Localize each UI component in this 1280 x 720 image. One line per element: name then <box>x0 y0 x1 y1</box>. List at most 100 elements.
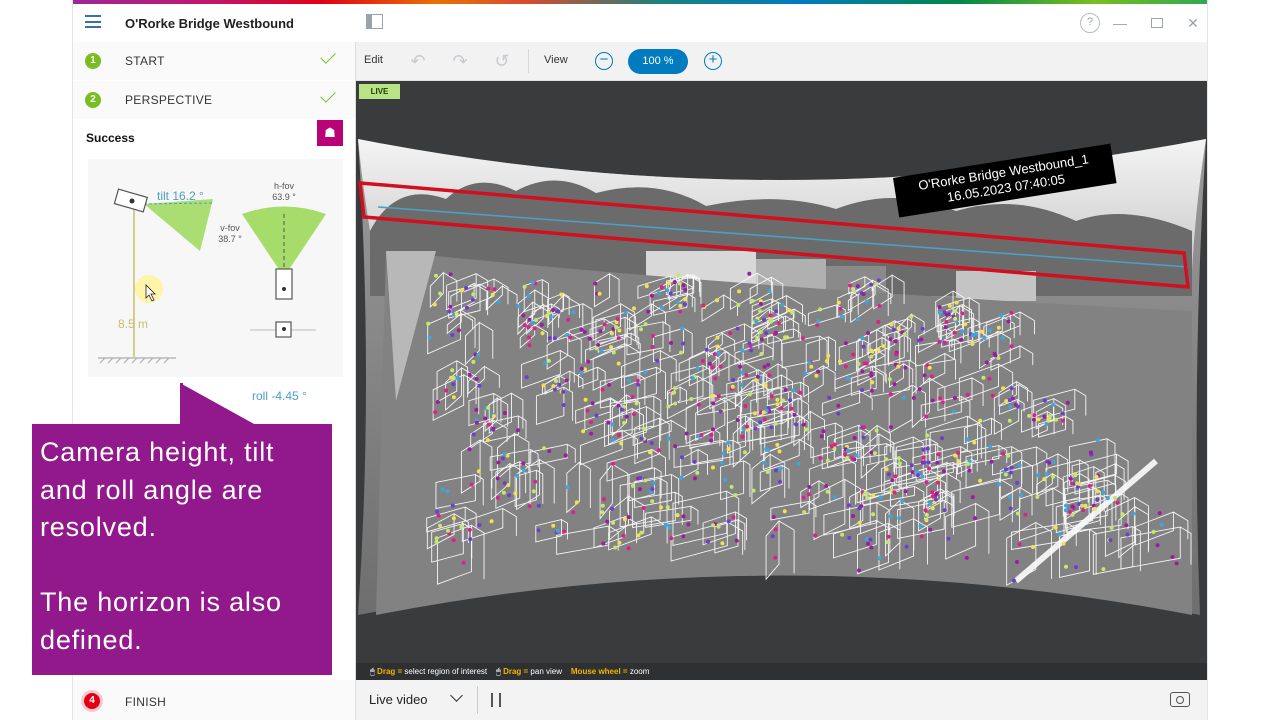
point-cloud-dot <box>501 490 506 495</box>
point-cloud-dot <box>865 495 870 500</box>
point-cloud-dot <box>1083 503 1088 508</box>
point-cloud-dot <box>547 449 552 454</box>
point-cloud-dot <box>779 406 784 411</box>
point-cloud-dot <box>1006 319 1011 324</box>
point-cloud-dot <box>626 546 631 551</box>
point-cloud-dot <box>888 392 893 397</box>
toggle-panel-icon[interactable] <box>366 14 383 29</box>
hint-text: pan view <box>530 667 562 676</box>
point-cloud-dot <box>796 461 801 466</box>
interaction-hints: 🖱 Drag = select region of interest 🖱 Dra… <box>356 663 1207 680</box>
point-cloud-dot <box>970 495 975 500</box>
point-cloud-dot <box>775 397 780 402</box>
point-cloud-dot <box>723 477 728 482</box>
point-cloud-dot <box>903 489 908 494</box>
step-start[interactable]: 1 START <box>73 42 355 80</box>
point-cloud-dot <box>843 341 848 346</box>
debug-button[interactable]: ☗ <box>317 120 343 146</box>
point-cloud-dot <box>868 537 873 542</box>
point-cloud-dot <box>988 328 992 333</box>
close-button[interactable]: ✕ <box>1183 13 1203 33</box>
point-cloud-dot <box>1001 451 1006 456</box>
point-cloud-dot <box>432 302 437 307</box>
point-cloud-dot <box>650 333 655 338</box>
point-cloud-dot <box>1101 490 1106 495</box>
point-cloud-dot <box>904 544 909 549</box>
point-cloud-dot <box>626 515 631 520</box>
point-cloud-dot <box>675 300 680 305</box>
point-cloud-dot <box>616 403 621 408</box>
point-cloud-dot <box>656 291 661 296</box>
step-perspective[interactable]: 2 PERSPECTIVE <box>73 81 355 119</box>
point-cloud-dot <box>988 444 992 449</box>
point-cloud-dot <box>766 362 771 367</box>
point-cloud-dot <box>644 284 649 289</box>
step-finish[interactable]: 4 FINISH <box>73 680 355 720</box>
point-cloud-dot <box>459 525 464 529</box>
point-cloud-dot <box>1088 450 1093 455</box>
zoom-level[interactable]: 100 % <box>628 49 688 74</box>
point-cloud-dot <box>1095 438 1100 442</box>
point-cloud-dot <box>513 491 518 496</box>
zoom-out-button[interactable]: − <box>595 52 613 70</box>
point-cloud-dot <box>780 302 785 307</box>
point-cloud-dot <box>928 527 933 532</box>
point-cloud-dot <box>769 394 774 399</box>
point-cloud-dot <box>778 479 782 484</box>
point-cloud-dot <box>1017 463 1022 468</box>
point-cloud-dot <box>581 429 586 434</box>
point-cloud-dot <box>819 434 824 439</box>
point-cloud-dot <box>1068 476 1073 481</box>
point-cloud-dot <box>636 382 641 387</box>
point-cloud-dot <box>601 541 606 546</box>
point-cloud-dot <box>843 452 848 457</box>
video-controls-bar: Live video <box>356 680 1207 720</box>
point-cloud-dot <box>650 345 655 349</box>
point-cloud-dot <box>741 427 746 432</box>
point-cloud-dot <box>824 359 829 364</box>
point-cloud-dot <box>464 286 469 290</box>
point-cloud-dot <box>565 485 570 490</box>
point-cloud-dot <box>803 371 808 376</box>
point-cloud-dot <box>735 418 740 422</box>
point-cloud-dot <box>490 292 495 297</box>
point-cloud-dot <box>731 378 736 382</box>
undo-icon[interactable]: ↶ <box>408 51 428 71</box>
pause-icon[interactable] <box>491 693 501 707</box>
point-cloud-dot <box>650 487 655 491</box>
hint-text: select region of interest <box>404 667 488 676</box>
snapshot-camera-icon[interactable] <box>1170 692 1190 707</box>
point-cloud-dot <box>668 291 673 296</box>
point-cloud-dot <box>489 519 494 524</box>
point-cloud-dot <box>679 475 684 480</box>
help-icon[interactable]: ? <box>1080 13 1100 33</box>
video-source-select[interactable]: Live video <box>369 692 428 707</box>
point-cloud-dot <box>1060 411 1065 416</box>
point-cloud-dot <box>951 409 956 414</box>
point-cloud-dot <box>775 442 780 447</box>
point-cloud-dot <box>643 322 648 327</box>
maximize-button[interactable] <box>1147 13 1167 33</box>
step-label: FINISH <box>125 695 167 709</box>
hamburger-menu-icon[interactable] <box>85 15 101 28</box>
point-cloud-dot <box>1109 525 1114 530</box>
point-cloud-dot <box>689 397 694 401</box>
point-cloud-dot <box>690 376 695 381</box>
point-cloud-dot <box>836 300 841 305</box>
point-cloud-dot <box>706 539 710 544</box>
zoom-in-button[interactable]: + <box>704 52 722 70</box>
point-cloud-dot <box>1051 402 1056 407</box>
chevron-down-icon[interactable] <box>450 689 463 702</box>
minimize-button[interactable]: — <box>1110 13 1130 33</box>
point-cloud-dot <box>767 289 772 294</box>
point-cloud-dot <box>507 493 512 498</box>
point-cloud-dot <box>729 484 734 489</box>
point-cloud-dot <box>897 461 902 466</box>
redo-icon[interactable]: ↷ <box>450 51 470 71</box>
point-cloud-dot <box>1007 418 1012 423</box>
point-cloud-dot <box>486 286 491 291</box>
live-video-view[interactable]: LIVE O'Rorke Bridge Westbound_1 16.05.20… <box>356 81 1207 663</box>
mouse-icon: 🖱 <box>370 667 375 676</box>
reset-icon[interactable]: ↺ <box>492 51 512 71</box>
point-cloud-dot <box>616 361 621 366</box>
